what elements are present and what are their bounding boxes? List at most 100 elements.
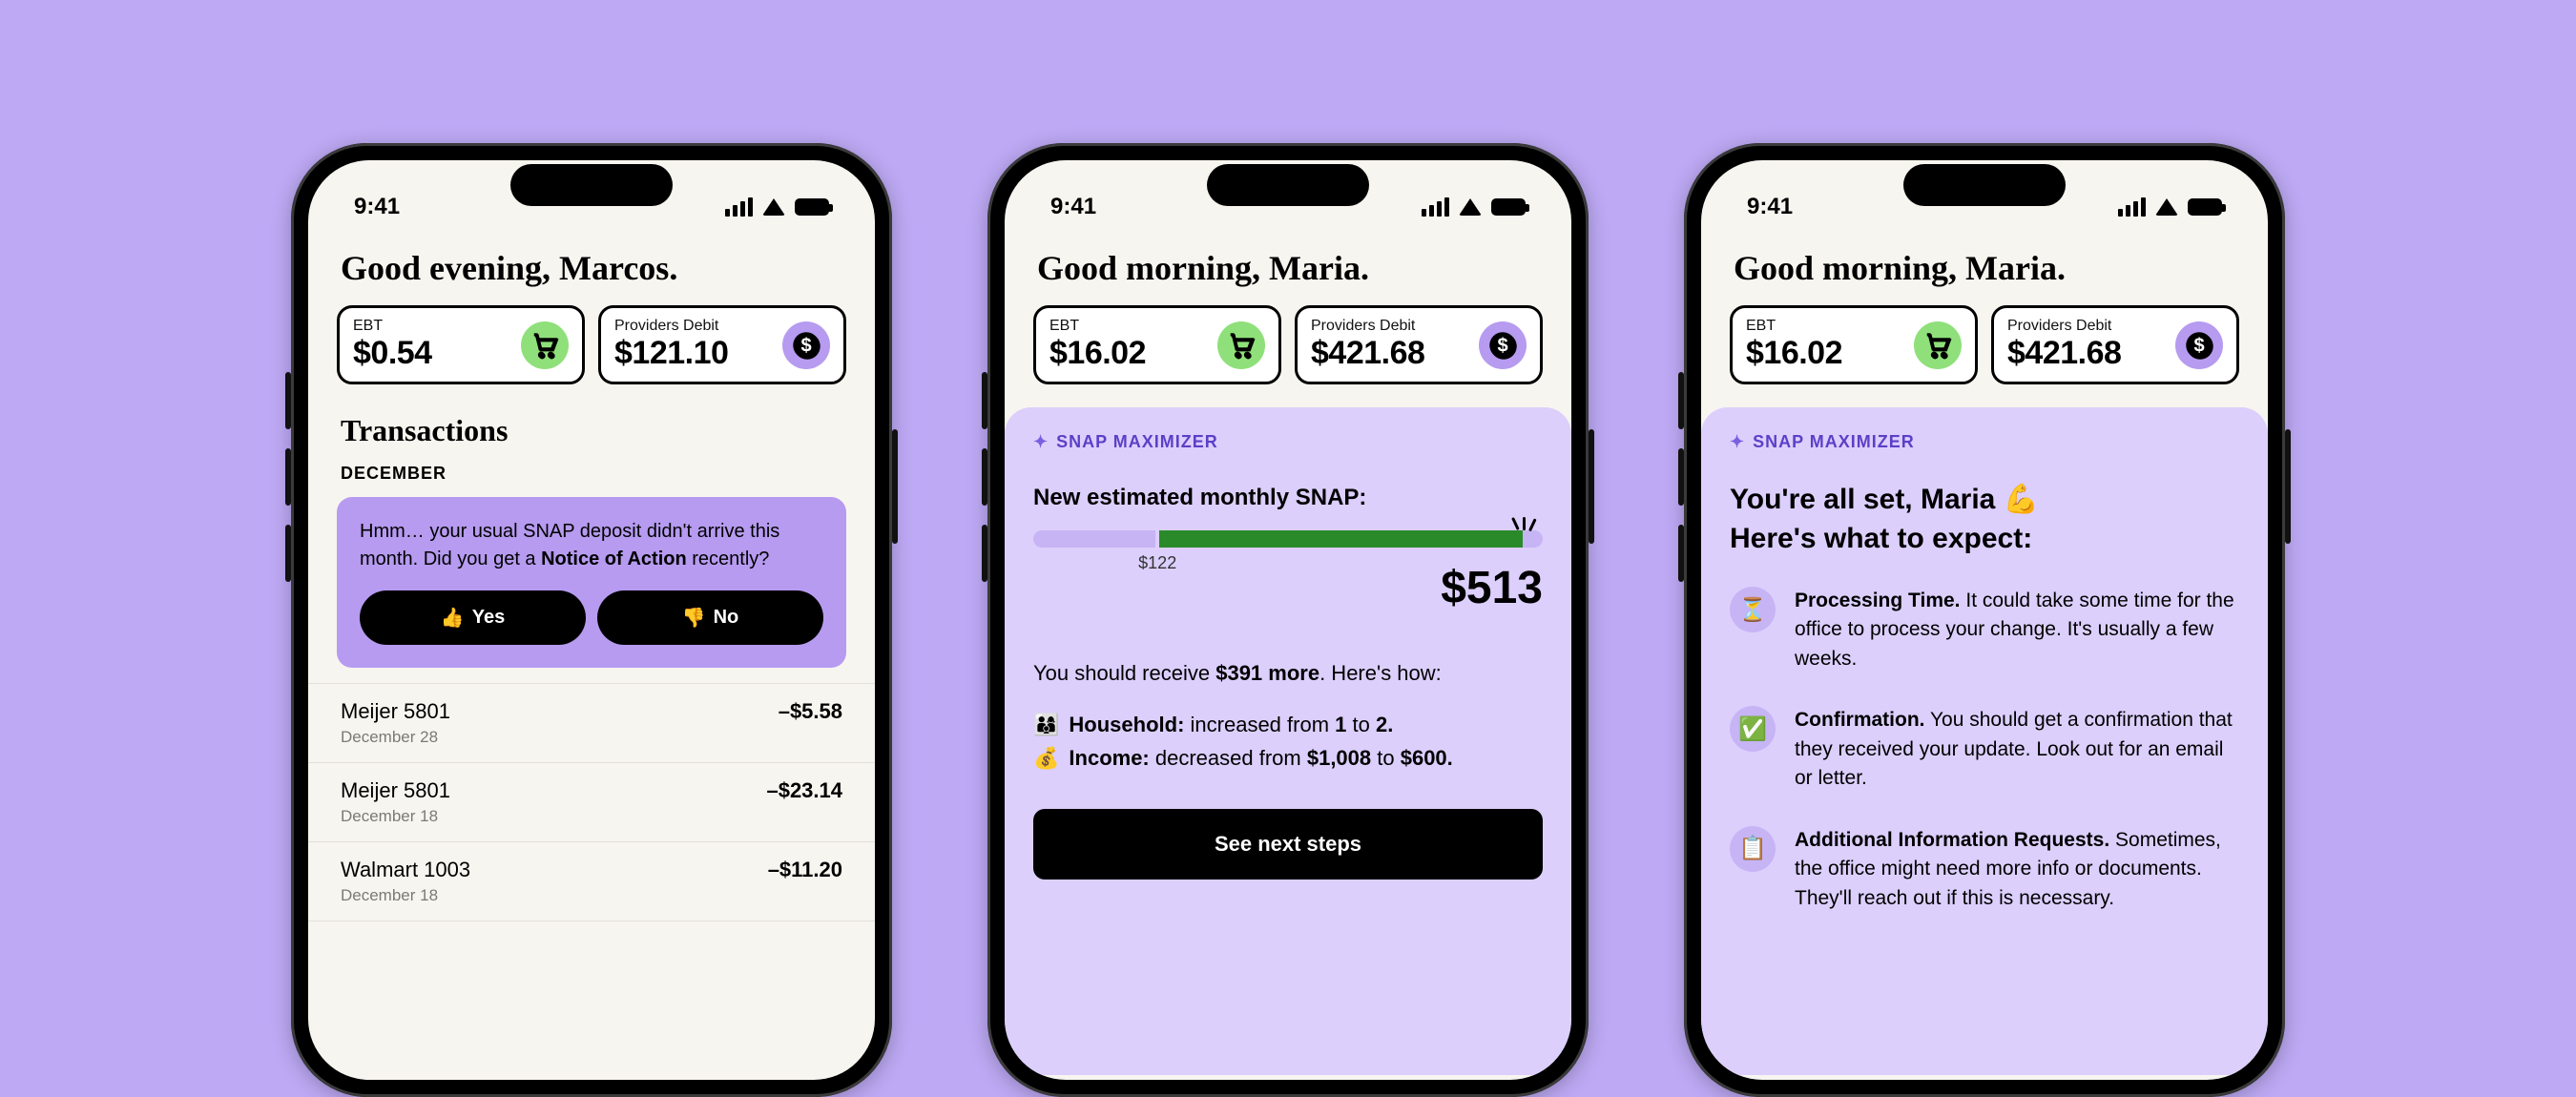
svg-text:$: $ — [800, 335, 811, 356]
ebt-amount: $0.54 — [353, 335, 432, 372]
household-factor: 👨‍👩‍👦 Household: increased from 1 to 2. — [1033, 708, 1543, 741]
cellular-signal-icon — [725, 197, 753, 217]
status-time: 9:41 — [1747, 194, 1793, 220]
estimate-progress-bar — [1033, 530, 1543, 548]
status-time: 9:41 — [354, 194, 400, 220]
merchant-name: Walmart 1003 — [341, 858, 470, 882]
debit-label: Providers Debit — [2007, 318, 2121, 335]
cellular-signal-icon — [1422, 197, 1449, 217]
transactions-heading: Transactions — [341, 413, 842, 448]
change-factors: 👨‍👩‍👦 Household: increased from 1 to 2. … — [1033, 708, 1543, 775]
shopping-cart-icon — [1217, 321, 1265, 369]
snap-deposit-alert: Hmm… your usual SNAP deposit didn't arri… — [337, 497, 846, 668]
debit-amount: $121.10 — [614, 335, 728, 372]
snap-maximizer-panel: ✦ SNAP MAXIMIZER New estimated monthly S… — [1005, 407, 1571, 1075]
wifi-icon — [1459, 198, 1482, 216]
debit-amount: $421.68 — [2007, 335, 2121, 372]
svg-text:$: $ — [2193, 335, 2204, 356]
svg-text:$: $ — [1497, 335, 1507, 356]
yes-button[interactable]: 👍 Yes — [360, 590, 586, 645]
phone-notch — [1903, 164, 2066, 206]
snap-maximizer-header: ✦ SNAP MAXIMIZER — [1730, 432, 2239, 452]
sparkle-icon: ✦ — [1730, 432, 1745, 452]
greeting-text: Good morning, Maria. — [1037, 248, 1543, 288]
money-bag-icon: 💰 — [1033, 741, 1059, 775]
dollar-icon: $ — [2175, 321, 2223, 369]
phone-screen: 9:41 Good evening, Marcos. EBT $0.54 — [308, 160, 875, 1080]
status-indicators — [725, 197, 829, 217]
thumbs-down-icon: 👎 — [682, 606, 706, 630]
expectation-item-confirmation: ✅ Confirmation. You should get a confirm… — [1730, 706, 2239, 793]
transaction-date: December 28 — [341, 728, 450, 747]
sparkle-icon: ✦ — [1033, 432, 1049, 452]
greeting-text: Good morning, Maria. — [1734, 248, 2239, 288]
expectation-item-processing: ⏳ Processing Time. It could take some ti… — [1730, 587, 2239, 673]
phone-mockup-2: 9:41 Good morning, Maria. EBT $16.02 — [987, 143, 1589, 1097]
bar-highlight-tick-icon — [1517, 517, 1531, 530]
thumbs-up-icon: 👍 — [441, 606, 465, 630]
debit-amount: $421.68 — [1311, 335, 1424, 372]
dollar-icon: $ — [782, 321, 830, 369]
transaction-date: December 18 — [341, 886, 470, 905]
phone-notch — [1207, 164, 1369, 206]
hourglass-icon: ⏳ — [1730, 587, 1776, 632]
snap-maximizer-header: ✦ SNAP MAXIMIZER — [1033, 432, 1543, 452]
status-indicators — [1422, 197, 1526, 217]
increase-explanation: You should receive $391 more. Here's how… — [1033, 658, 1543, 689]
transaction-date: December 18 — [341, 807, 450, 826]
transaction-amount: –$23.14 — [766, 778, 842, 803]
debit-label: Providers Debit — [614, 318, 728, 335]
ebt-balance-card[interactable]: EBT $16.02 — [1730, 305, 1978, 384]
dollar-icon: $ — [1479, 321, 1527, 369]
ebt-label: EBT — [1049, 318, 1146, 335]
debit-balance-card[interactable]: Providers Debit $421.68 $ — [1991, 305, 2239, 384]
battery-icon — [1491, 198, 1526, 216]
ebt-label: EBT — [1746, 318, 1842, 335]
greeting-text: Good evening, Marcos. — [341, 248, 846, 288]
debit-balance-card[interactable]: Providers Debit $121.10 $ — [598, 305, 846, 384]
estimate-title: New estimated monthly SNAP: — [1033, 485, 1543, 511]
cellular-signal-icon — [2118, 197, 2146, 217]
month-label: DECEMBER — [341, 464, 842, 484]
ebt-amount: $16.02 — [1746, 335, 1842, 372]
see-next-steps-button[interactable]: See next steps — [1033, 809, 1543, 880]
shopping-cart-icon — [521, 321, 569, 369]
debit-balance-card[interactable]: Providers Debit $421.68 $ — [1295, 305, 1543, 384]
ebt-amount: $16.02 — [1049, 335, 1146, 372]
alert-message: Hmm… your usual SNAP deposit didn't arri… — [360, 518, 823, 573]
battery-icon — [2188, 198, 2222, 216]
income-factor: 💰 Income: decreased from $1,008 to $600. — [1033, 741, 1543, 775]
merchant-name: Meijer 5801 — [341, 778, 450, 803]
clipboard-icon: 📋 — [1730, 826, 1776, 872]
transaction-row[interactable]: Walmart 1003 December 18 –$11.20 — [308, 842, 875, 921]
status-time: 9:41 — [1050, 194, 1096, 220]
balance-cards: EBT $16.02 Providers Debit $421.68 $ — [1730, 305, 2239, 384]
family-icon: 👨‍👩‍👦 — [1033, 708, 1059, 741]
checkmark-icon: ✅ — [1730, 706, 1776, 752]
transaction-list: Meijer 5801 December 28 –$5.58 Meijer 58… — [308, 683, 875, 921]
merchant-name: Meijer 5801 — [341, 699, 450, 724]
expectations-list: ⏳ Processing Time. It could take some ti… — [1730, 587, 2239, 913]
ebt-label: EBT — [353, 318, 432, 335]
shopping-cart-icon — [1914, 321, 1962, 369]
wifi-icon — [2155, 198, 2178, 216]
ebt-balance-card[interactable]: EBT $0.54 — [337, 305, 585, 384]
expectation-item-additional-info: 📋 Additional Information Requests. Somet… — [1730, 826, 2239, 913]
transaction-amount: –$11.20 — [768, 858, 842, 882]
status-indicators — [2118, 197, 2222, 217]
transaction-row[interactable]: Meijer 5801 December 28 –$5.58 — [308, 683, 875, 763]
ebt-balance-card[interactable]: EBT $16.02 — [1033, 305, 1281, 384]
transaction-row[interactable]: Meijer 5801 December 18 –$23.14 — [308, 763, 875, 842]
debit-label: Providers Debit — [1311, 318, 1424, 335]
balance-cards: EBT $16.02 Providers Debit $421.68 $ — [1033, 305, 1543, 384]
phone-screen: 9:41 Good morning, Maria. EBT $16.02 — [1701, 160, 2268, 1080]
phone-mockup-1: 9:41 Good evening, Marcos. EBT $0.54 — [291, 143, 892, 1097]
phone-mockup-3: 9:41 Good morning, Maria. EBT $16.02 — [1684, 143, 2285, 1097]
no-button[interactable]: 👎 No — [597, 590, 823, 645]
all-set-heading: You're all set, Maria 💪 Here's what to e… — [1730, 481, 2239, 558]
balance-cards: EBT $0.54 Providers Debit $121.10 $ — [337, 305, 846, 384]
transaction-amount: –$5.58 — [779, 699, 842, 724]
phone-notch — [510, 164, 673, 206]
snap-maximizer-panel: ✦ SNAP MAXIMIZER You're all set, Maria 💪… — [1701, 407, 2268, 1075]
phone-screen: 9:41 Good morning, Maria. EBT $16.02 — [1005, 160, 1571, 1080]
